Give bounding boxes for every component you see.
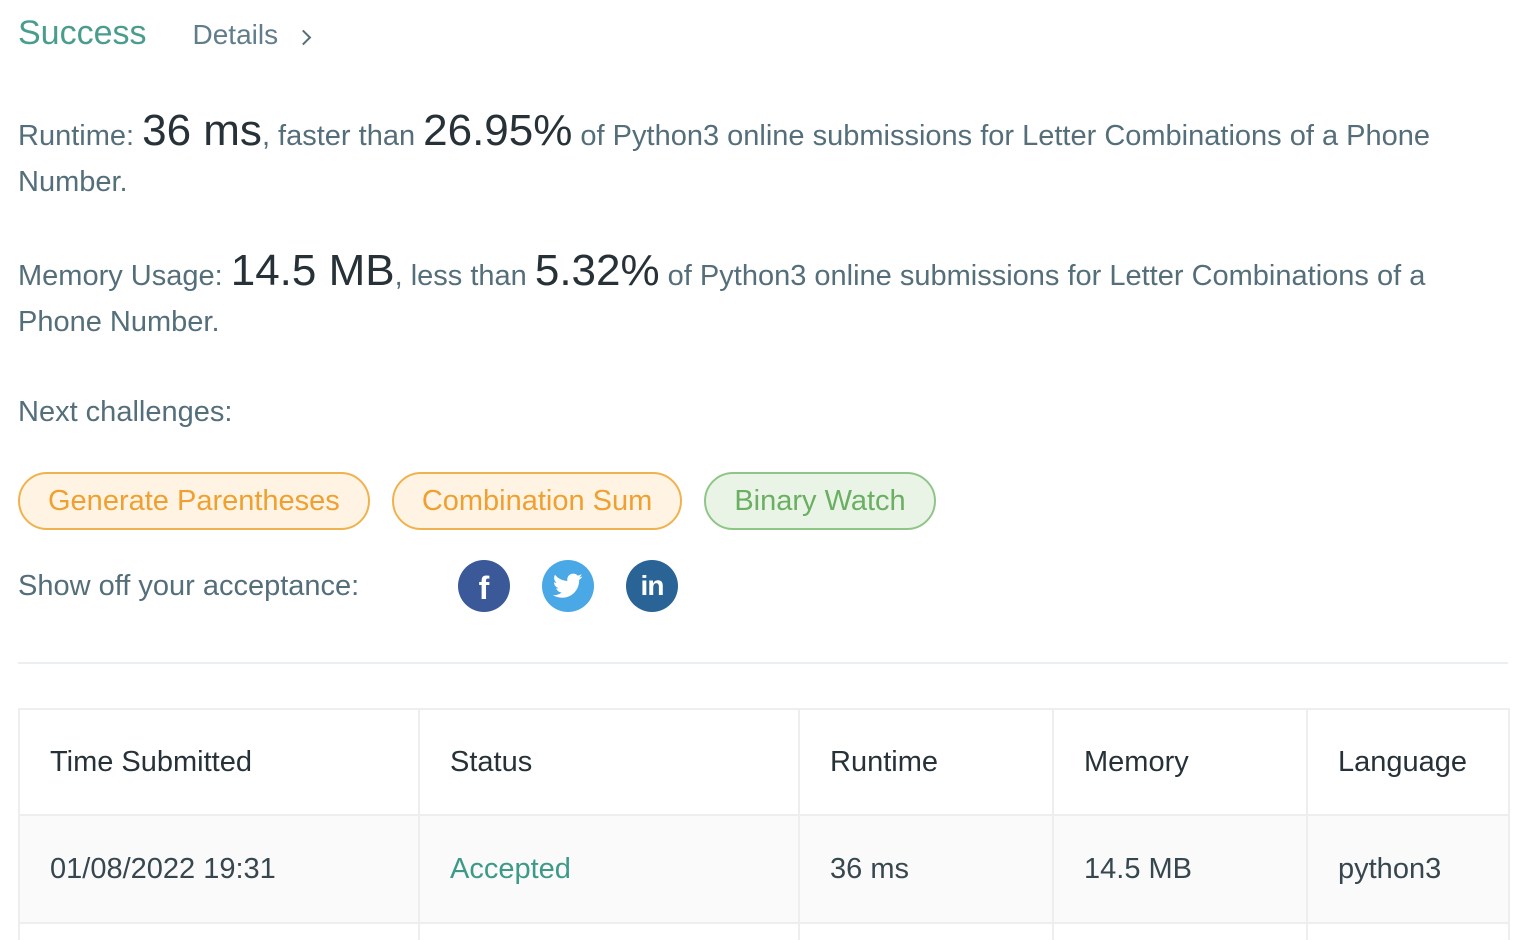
cell-empty — [18, 922, 420, 940]
result-header: Success Details — [18, 14, 312, 53]
twitter-share-button[interactable] — [542, 560, 594, 612]
column-header-time-submitted[interactable]: Time Submitted — [18, 708, 420, 816]
memory-label: Memory Usage: — [18, 260, 231, 292]
cell-empty — [1052, 922, 1308, 940]
section-divider — [18, 662, 1508, 664]
runtime-stat: Runtime: 36 ms, faster than 26.95% of Py… — [18, 108, 1498, 205]
cell-time-submitted: 01/08/2022 19:31 — [18, 814, 420, 924]
share-row: Show off your acceptance: f in — [18, 560, 710, 612]
linkedin-icon: in — [640, 570, 665, 601]
submissions-table: Time Submitted Status Runtime Memory Lan… — [18, 708, 1510, 940]
cell-empty — [1306, 922, 1510, 940]
runtime-value: 36 ms — [142, 106, 262, 155]
cell-language: python3 — [1306, 814, 1510, 924]
column-header-runtime[interactable]: Runtime — [798, 708, 1054, 816]
table-header-row: Time Submitted Status Runtime Memory Lan… — [18, 708, 1510, 816]
twitter-icon — [553, 573, 583, 598]
table-row: 01/08/2022 19:31 Accepted 36 ms 14.5 MB … — [18, 814, 1510, 924]
submission-result-page: Success Details Runtime: 36 ms, faster t… — [0, 0, 1518, 940]
facebook-share-button[interactable]: f — [458, 560, 510, 612]
linkedin-share-button[interactable]: in — [626, 560, 678, 612]
runtime-label: Runtime: — [18, 120, 143, 152]
share-label: Show off your acceptance: — [18, 569, 360, 602]
next-challenges-list: Generate Parentheses Combination Sum Bin… — [18, 472, 936, 530]
details-label: Details — [192, 19, 279, 50]
memory-stat: Memory Usage: 14.5 MB, less than 5.32% o… — [18, 248, 1498, 345]
details-link[interactable]: Details — [192, 19, 312, 51]
status-title: Success — [18, 14, 147, 52]
cell-memory: 14.5 MB — [1052, 814, 1308, 924]
cell-empty — [798, 922, 1054, 940]
next-challenges-label: Next challenges: — [18, 396, 233, 428]
memory-mid: , less than — [394, 260, 535, 292]
cell-runtime: 36 ms — [798, 814, 1054, 924]
memory-value: 14.5 MB — [230, 246, 395, 295]
runtime-mid: , faster than — [261, 120, 424, 152]
facebook-icon: f — [478, 569, 490, 606]
challenge-combination-sum[interactable]: Combination Sum — [391, 472, 683, 530]
runtime-percent: 26.95% — [423, 106, 573, 155]
cell-empty — [418, 922, 800, 940]
column-header-status[interactable]: Status — [418, 708, 800, 816]
table-row-partial — [18, 922, 1510, 940]
memory-percent: 5.32% — [534, 246, 660, 295]
cell-status-link[interactable]: Accepted — [418, 814, 800, 924]
column-header-language[interactable]: Language — [1306, 708, 1510, 816]
challenge-binary-watch[interactable]: Binary Watch — [704, 472, 936, 530]
column-header-memory[interactable]: Memory — [1052, 708, 1308, 816]
chevron-right-icon — [295, 29, 312, 45]
challenge-generate-parentheses[interactable]: Generate Parentheses — [18, 472, 370, 530]
